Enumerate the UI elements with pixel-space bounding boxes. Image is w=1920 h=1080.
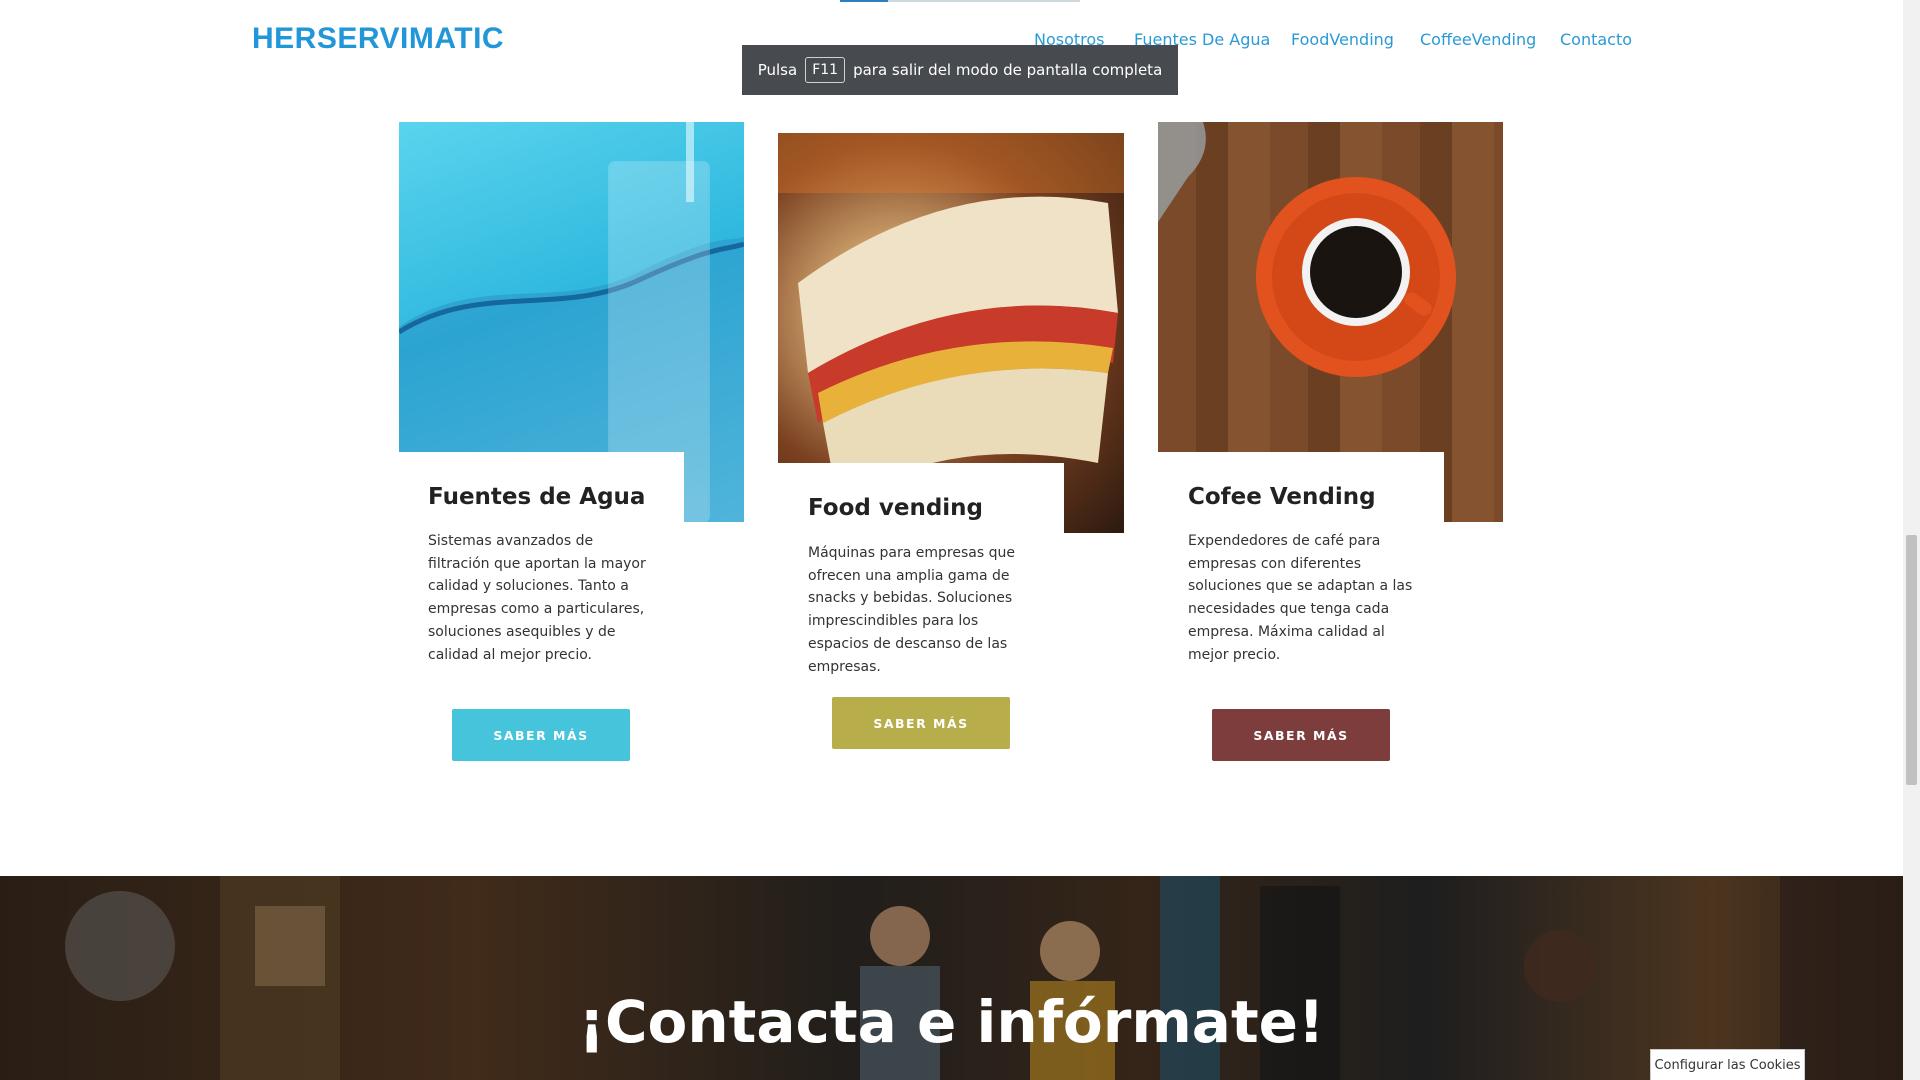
saber-mas-coffee-button[interactable]: SABER MÁS: [1212, 709, 1390, 761]
toast-prefix: Pulsa: [757, 61, 798, 79]
cookie-settings-button[interactable]: Configurar las Cookies: [1650, 1049, 1805, 1080]
banner-title: ¡Contacta e infórmate!: [578, 988, 1325, 1056]
top-indicator-active: [840, 0, 888, 2]
contact-banner: ¡Contacta e infórmate!: [0, 876, 1903, 1080]
card-description: Máquinas para empresas que ofrecen una a…: [808, 545, 1015, 675]
nav-contacto[interactable]: Contacto: [1560, 30, 1632, 49]
vertical-scrollbar[interactable]: [1903, 0, 1920, 1080]
scrollbar-thumb[interactable]: [1906, 535, 1917, 785]
site-logo[interactable]: HERSERVIMATIC: [252, 22, 504, 56]
page: HERSERVIMATIC Nosotros Fuentes De Agua F…: [0, 0, 1903, 1080]
toast-suffix: para salir del modo de pantalla completa: [853, 61, 1163, 79]
card-description: Sistemas avanzados de filtración que apo…: [428, 533, 646, 663]
f11-key: F11: [805, 57, 846, 83]
fullscreen-toast: Pulsa F11 para salir del modo de pantall…: [742, 45, 1178, 95]
saber-mas-food-button[interactable]: SABER MÁS: [832, 697, 1010, 749]
card-title: Fuentes de Agua: [428, 484, 646, 510]
saber-mas-fuentes-button[interactable]: SABER MÁS: [452, 709, 630, 761]
card-description: Expendedores de café para empresas con d…: [1188, 533, 1413, 663]
nav-coffeevending[interactable]: CoffeeVending: [1420, 30, 1536, 49]
nav-foodvending[interactable]: FoodVending: [1291, 30, 1394, 49]
card-title: Food vending: [808, 495, 984, 521]
card-title: Cofee Vending: [1188, 484, 1376, 510]
